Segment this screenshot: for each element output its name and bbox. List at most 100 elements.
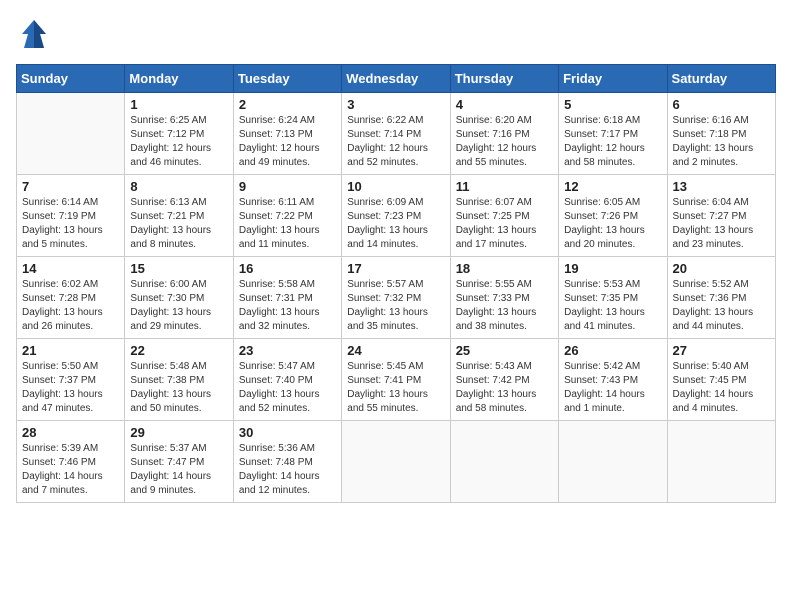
calendar-day-cell: 30Sunrise: 5:36 AM Sunset: 7:48 PM Dayli… — [233, 421, 341, 503]
day-number: 20 — [673, 261, 770, 276]
day-number: 16 — [239, 261, 336, 276]
day-number: 26 — [564, 343, 661, 358]
page-header — [16, 16, 776, 52]
day-info: Sunrise: 6:13 AM Sunset: 7:21 PM Dayligh… — [130, 196, 227, 252]
calendar-week-row: 1Sunrise: 6:25 AM Sunset: 7:12 PM Daylig… — [17, 93, 776, 175]
calendar-day-cell: 25 Sunrise: 5:43 AM Sunset: 7:42 PM Dayli… — [450, 339, 558, 421]
day-number: 6 — [673, 97, 770, 112]
day-info: Sunrise: 6:16 AM Sunset: 7:18 PM Dayligh… — [673, 114, 770, 170]
day-info: Sunrise: 5:45 AM Sunset: 7:41 PM Dayligh… — [347, 360, 444, 416]
calendar-day-cell: 9 Sunrise: 6:11 AM Sunset: 7:22 PM Daylig… — [233, 175, 341, 257]
day-number: 17 — [347, 261, 444, 276]
day-info: Sunrise: 6:22 AM Sunset: 7:14 PM Dayligh… — [347, 114, 444, 170]
day-info: Sunrise: 6:11 AM Sunset: 7:22 PM Dayligh… — [239, 196, 336, 252]
day-number: 18 — [456, 261, 553, 276]
day-number: 23 — [239, 343, 336, 358]
calendar-day-cell: 13 Sunrise: 6:04 AM Sunset: 7:27 PM Dayli… — [667, 175, 775, 257]
day-info: Sunrise: 6:25 AM Sunset: 7:12 PM Dayligh… — [130, 114, 227, 170]
day-info: Sunrise: 6:05 AM Sunset: 7:26 PM Dayligh… — [564, 196, 661, 252]
day-of-week-header: Thursday — [450, 65, 558, 93]
calendar-week-row: 7 Sunrise: 6:14 AM Sunset: 7:19 PM Daylig… — [17, 175, 776, 257]
calendar-day-cell: 8 Sunrise: 6:13 AM Sunset: 7:21 PM Daylig… — [125, 175, 233, 257]
calendar-day-cell: 12 Sunrise: 6:05 AM Sunset: 7:26 PM Dayli… — [559, 175, 667, 257]
calendar-week-row: 21 Sunrise: 5:50 AM Sunset: 7:37 PM Dayli… — [17, 339, 776, 421]
day-number: 19 — [564, 261, 661, 276]
day-number: 7 — [22, 179, 119, 194]
calendar-day-cell: 27 Sunrise: 5:40 AM Sunset: 7:45 PM Dayli… — [667, 339, 775, 421]
day-of-week-header: Tuesday — [233, 65, 341, 93]
day-number: 25 — [456, 343, 553, 358]
day-number: 22 — [130, 343, 227, 358]
day-of-week-header: Wednesday — [342, 65, 450, 93]
calendar-day-cell: 24Sunrise: 5:45 AM Sunset: 7:41 PM Dayli… — [342, 339, 450, 421]
calendar-day-cell: 3 Sunrise: 6:22 AM Sunset: 7:14 PM Daylig… — [342, 93, 450, 175]
day-number: 8 — [130, 179, 227, 194]
calendar-day-cell: 19 Sunrise: 5:53 AM Sunset: 7:35 PM Dayli… — [559, 257, 667, 339]
day-info: Sunrise: 6:04 AM Sunset: 7:27 PM Dayligh… — [673, 196, 770, 252]
day-number: 2 — [239, 97, 336, 112]
calendar-day-cell: 20 Sunrise: 5:52 AM Sunset: 7:36 PM Dayli… — [667, 257, 775, 339]
calendar-day-cell: 29 Sunrise: 5:37 AM Sunset: 7:47 PM Dayli… — [125, 421, 233, 503]
day-number: 9 — [239, 179, 336, 194]
day-info: Sunrise: 6:02 AM Sunset: 7:28 PM Dayligh… — [22, 278, 119, 334]
day-info: Sunrise: 5:52 AM Sunset: 7:36 PM Dayligh… — [673, 278, 770, 334]
calendar-week-row: 14 Sunrise: 6:02 AM Sunset: 7:28 PM Dayli… — [17, 257, 776, 339]
calendar-day-cell — [559, 421, 667, 503]
day-info: Sunrise: 5:42 AM Sunset: 7:43 PM Dayligh… — [564, 360, 661, 416]
day-info: Sunrise: 6:09 AM Sunset: 7:23 PM Dayligh… — [347, 196, 444, 252]
day-number: 29 — [130, 425, 227, 440]
calendar-day-cell: 6 Sunrise: 6:16 AM Sunset: 7:18 PM Daylig… — [667, 93, 775, 175]
calendar-day-cell: 11Sunrise: 6:07 AM Sunset: 7:25 PM Dayli… — [450, 175, 558, 257]
calendar-day-cell: 2 Sunrise: 6:24 AM Sunset: 7:13 PM Daylig… — [233, 93, 341, 175]
day-info: Sunrise: 6:20 AM Sunset: 7:16 PM Dayligh… — [456, 114, 553, 170]
calendar-week-row: 28Sunrise: 5:39 AM Sunset: 7:46 PM Dayli… — [17, 421, 776, 503]
calendar-day-cell: 16 Sunrise: 5:58 AM Sunset: 7:31 PM Dayli… — [233, 257, 341, 339]
day-number: 13 — [673, 179, 770, 194]
day-info: Sunrise: 6:00 AM Sunset: 7:30 PM Dayligh… — [130, 278, 227, 334]
calendar-day-cell: 10 Sunrise: 6:09 AM Sunset: 7:23 PM Dayli… — [342, 175, 450, 257]
day-of-week-header: Sunday — [17, 65, 125, 93]
day-of-week-header: Friday — [559, 65, 667, 93]
calendar-day-cell: 22 Sunrise: 5:48 AM Sunset: 7:38 PM Dayli… — [125, 339, 233, 421]
calendar-table: SundayMondayTuesdayWednesdayThursdayFrid… — [16, 64, 776, 503]
calendar-day-cell — [450, 421, 558, 503]
calendar-day-cell: 18Sunrise: 5:55 AM Sunset: 7:33 PM Dayli… — [450, 257, 558, 339]
day-number: 12 — [564, 179, 661, 194]
day-info: Sunrise: 5:40 AM Sunset: 7:45 PM Dayligh… — [673, 360, 770, 416]
day-number: 14 — [22, 261, 119, 276]
calendar-day-cell: 23 Sunrise: 5:47 AM Sunset: 7:40 PM Dayli… — [233, 339, 341, 421]
calendar-day-cell: 17 Sunrise: 5:57 AM Sunset: 7:32 PM Dayli… — [342, 257, 450, 339]
day-info: Sunrise: 5:53 AM Sunset: 7:35 PM Dayligh… — [564, 278, 661, 334]
day-number: 10 — [347, 179, 444, 194]
day-info: Sunrise: 5:57 AM Sunset: 7:32 PM Dayligh… — [347, 278, 444, 334]
calendar-day-cell — [17, 93, 125, 175]
day-info: Sunrise: 5:50 AM Sunset: 7:37 PM Dayligh… — [22, 360, 119, 416]
day-number: 11 — [456, 179, 553, 194]
day-info: Sunrise: 5:39 AM Sunset: 7:46 PM Dayligh… — [22, 442, 119, 498]
day-number: 15 — [130, 261, 227, 276]
calendar-day-cell — [342, 421, 450, 503]
calendar-header-row: SundayMondayTuesdayWednesdayThursdayFrid… — [17, 65, 776, 93]
calendar-day-cell: 4Sunrise: 6:20 AM Sunset: 7:16 PM Daylig… — [450, 93, 558, 175]
day-number: 21 — [22, 343, 119, 358]
calendar-day-cell: 5Sunrise: 6:18 AM Sunset: 7:17 PM Daylig… — [559, 93, 667, 175]
day-info: Sunrise: 6:14 AM Sunset: 7:19 PM Dayligh… — [22, 196, 119, 252]
day-of-week-header: Saturday — [667, 65, 775, 93]
day-info: Sunrise: 5:58 AM Sunset: 7:31 PM Dayligh… — [239, 278, 336, 334]
calendar-day-cell: 1Sunrise: 6:25 AM Sunset: 7:12 PM Daylig… — [125, 93, 233, 175]
calendar-day-cell: 21 Sunrise: 5:50 AM Sunset: 7:37 PM Dayli… — [17, 339, 125, 421]
calendar-day-cell — [667, 421, 775, 503]
day-info: Sunrise: 6:24 AM Sunset: 7:13 PM Dayligh… — [239, 114, 336, 170]
logo — [16, 16, 58, 52]
calendar-day-cell: 7 Sunrise: 6:14 AM Sunset: 7:19 PM Daylig… — [17, 175, 125, 257]
day-info: Sunrise: 5:43 AM Sunset: 7:42 PM Dayligh… — [456, 360, 553, 416]
day-info: Sunrise: 5:37 AM Sunset: 7:47 PM Dayligh… — [130, 442, 227, 498]
day-number: 27 — [673, 343, 770, 358]
day-number: 3 — [347, 97, 444, 112]
day-info: Sunrise: 5:47 AM Sunset: 7:40 PM Dayligh… — [239, 360, 336, 416]
day-info: Sunrise: 5:48 AM Sunset: 7:38 PM Dayligh… — [130, 360, 227, 416]
calendar-day-cell: 15 Sunrise: 6:00 AM Sunset: 7:30 PM Dayli… — [125, 257, 233, 339]
logo-icon — [16, 16, 52, 52]
day-number: 5 — [564, 97, 661, 112]
day-info: Sunrise: 5:36 AM Sunset: 7:48 PM Dayligh… — [239, 442, 336, 498]
